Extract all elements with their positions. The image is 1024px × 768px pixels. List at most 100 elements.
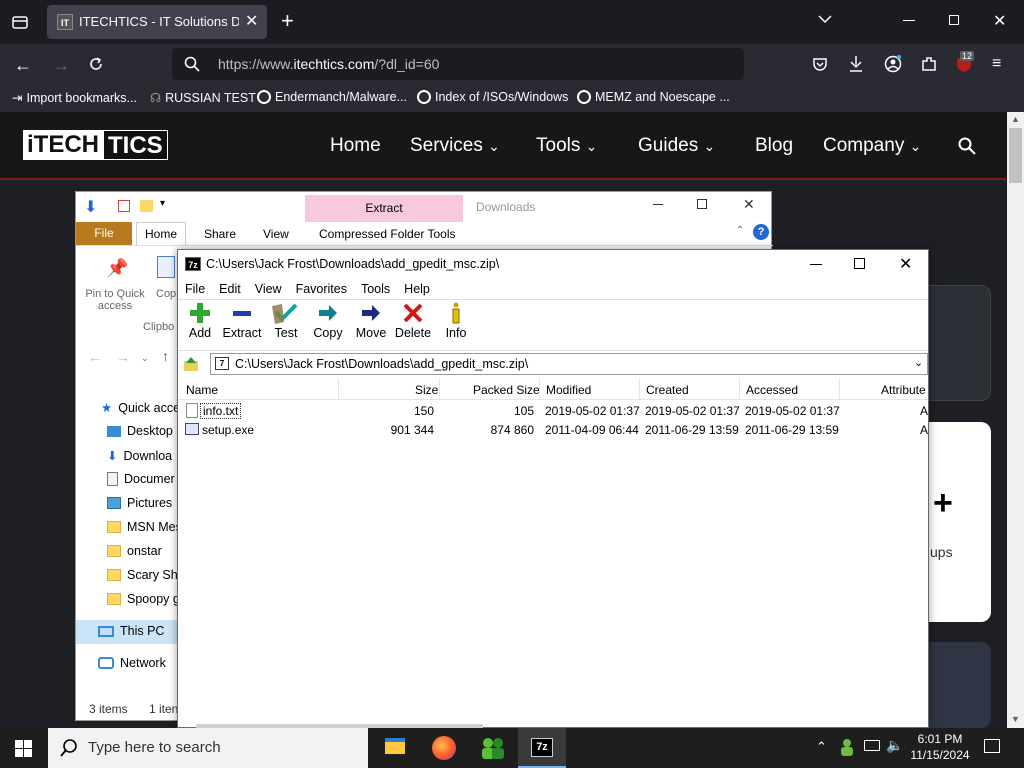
account-icon[interactable] bbox=[884, 55, 902, 73]
column-created[interactable]: Created bbox=[646, 383, 689, 397]
show-hidden-icons-icon[interactable]: ⌃ bbox=[816, 739, 827, 755]
bookmark-memz[interactable]: MEMZ and Noescape ... bbox=[577, 90, 730, 104]
menu-file[interactable]: File bbox=[185, 282, 205, 296]
menu-view[interactable]: View bbox=[255, 282, 282, 296]
restore-icon[interactable] bbox=[949, 15, 959, 25]
nav-blog[interactable]: Blog bbox=[755, 135, 793, 157]
column-separator[interactable] bbox=[439, 378, 440, 400]
sidebar-item-desktop[interactable]: Desktop bbox=[107, 424, 173, 438]
user-tray-icon[interactable] bbox=[838, 738, 856, 756]
move-button[interactable]: Move bbox=[349, 302, 393, 340]
url-bar[interactable]: https://www.itechtics.com/?dl_id=60 bbox=[172, 48, 744, 80]
people-taskbar-icon[interactable] bbox=[480, 736, 506, 760]
site-logo[interactable]: iTECH TICS bbox=[23, 130, 168, 160]
up-folder-icon[interactable]: ↑ bbox=[162, 348, 169, 364]
column-name[interactable]: Name bbox=[186, 383, 218, 397]
sidebar-item-downloads[interactable]: ⬇ Downloa bbox=[107, 448, 172, 464]
sidebar-item-this-pc[interactable]: This PC bbox=[98, 624, 164, 638]
browser-tab[interactable]: IT ITECHTICS - IT Solutions Design ✕ bbox=[47, 5, 267, 39]
up-level-icon[interactable] bbox=[183, 356, 199, 372]
nav-tools[interactable]: Tools ⌄ bbox=[536, 135, 597, 157]
column-size[interactable]: Size bbox=[415, 383, 438, 397]
nav-forward-icon[interactable]: → bbox=[116, 349, 130, 365]
explorer-close-icon[interactable]: ✕ bbox=[743, 196, 755, 213]
copy-button[interactable]: Copy bbox=[306, 302, 350, 340]
scrollbar-thumb[interactable] bbox=[1009, 128, 1022, 183]
qat-dropdown-icon[interactable]: ▾ bbox=[160, 198, 165, 209]
menu-tools[interactable]: Tools bbox=[361, 282, 390, 296]
table-row[interactable]: info.txt 150 105 2019-05-02 01:37 2019-0… bbox=[178, 402, 928, 420]
site-search-icon[interactable] bbox=[958, 137, 976, 155]
bookmark-import[interactable]: ⇥ Import bookmarks... bbox=[12, 90, 137, 106]
sidebar-item-quick-access[interactable]: ★ Quick acce bbox=[101, 400, 180, 416]
nav-home[interactable]: Home bbox=[330, 135, 381, 157]
copy-button-label[interactable]: Cop bbox=[156, 288, 176, 300]
sidebar-item-network[interactable]: Network bbox=[98, 656, 166, 670]
sidebar-item-spoopy[interactable]: Spoopy g bbox=[107, 592, 180, 606]
ribbon-tab-compressed-folder-tools[interactable]: Compressed Folder Tools bbox=[319, 227, 456, 241]
explorer-maximize-icon[interactable] bbox=[697, 199, 707, 209]
pocket-icon[interactable] bbox=[812, 56, 828, 72]
extensions-icon[interactable] bbox=[920, 55, 938, 73]
menu-help[interactable]: Help bbox=[404, 282, 430, 296]
explorer-minimize-icon[interactable] bbox=[653, 204, 663, 205]
pin-to-quick-access-button[interactable]: Pin to Quick access bbox=[84, 288, 146, 312]
ribbon-collapse-icon[interactable]: ⌃ bbox=[736, 225, 744, 236]
scroll-down-icon[interactable]: ▼ bbox=[1011, 714, 1020, 724]
forward-icon[interactable]: → bbox=[52, 55, 70, 76]
7zip-maximize-icon[interactable] bbox=[854, 258, 865, 269]
url-text[interactable]: https://www.itechtics.com/?dl_id=60 bbox=[218, 56, 439, 72]
sidebar-item-onstar[interactable]: onstar bbox=[107, 544, 162, 558]
info-button[interactable]: Info bbox=[434, 302, 478, 340]
start-windows-icon[interactable] bbox=[15, 740, 32, 757]
sidebar-item-scary[interactable]: Scary Shi bbox=[107, 568, 181, 582]
nav-guides[interactable]: Guides ⌄ bbox=[638, 135, 715, 157]
downloads-icon[interactable] bbox=[848, 55, 864, 73]
minimize-icon[interactable] bbox=[903, 20, 915, 21]
clock[interactable]: 6:01 PM 11/15/2024 bbox=[906, 731, 974, 763]
column-attributes[interactable]: Attribute bbox=[881, 383, 928, 397]
file-explorer-taskbar-icon[interactable] bbox=[385, 738, 405, 754]
tab-list-icon[interactable] bbox=[12, 14, 28, 30]
help-icon[interactable]: ? bbox=[753, 224, 769, 240]
reload-icon[interactable] bbox=[88, 56, 104, 72]
properties-icon[interactable] bbox=[118, 200, 130, 212]
nav-services[interactable]: Services ⌄ bbox=[410, 135, 500, 157]
path-field[interactable]: 7 C:\Users\Jack Frost\Downloads\add_gped… bbox=[210, 353, 928, 375]
sidebar-item-documents[interactable]: Documer bbox=[107, 472, 175, 486]
page-scrollbar[interactable]: ▲ ▼ bbox=[1007, 112, 1024, 728]
sidebar-item-msn[interactable]: MSN Mes bbox=[107, 520, 182, 534]
test-button[interactable]: Test bbox=[264, 302, 308, 340]
new-folder-icon[interactable] bbox=[140, 200, 153, 212]
taskbar-search-box[interactable]: Type here to search bbox=[48, 728, 368, 768]
ribbon-tab-view[interactable]: View bbox=[263, 227, 289, 241]
column-separator[interactable] bbox=[739, 378, 740, 400]
delete-button[interactable]: Delete bbox=[391, 302, 435, 340]
column-separator[interactable] bbox=[539, 378, 540, 400]
new-tab-icon[interactable]: + bbox=[281, 8, 294, 34]
column-modified[interactable]: Modified bbox=[546, 383, 591, 397]
ribbon-tab-home[interactable]: Home bbox=[136, 222, 186, 246]
column-packed-size[interactable]: Packed Size bbox=[473, 383, 540, 397]
bookmark-isos[interactable]: Index of /ISOs/Windows bbox=[417, 90, 568, 104]
recent-locations-icon[interactable]: ⌄ bbox=[141, 353, 149, 364]
notification-icon[interactable] bbox=[984, 739, 1000, 753]
bookmark-russian-test[interactable]: ☊ RUSSIAN TEST bbox=[150, 90, 256, 106]
scroll-up-icon[interactable]: ▲ bbox=[1011, 114, 1020, 124]
tab-close-icon[interactable]: ✕ bbox=[245, 11, 258, 31]
7zip-close-icon[interactable]: ✕ bbox=[899, 254, 912, 274]
column-accessed[interactable]: Accessed bbox=[746, 383, 798, 397]
network-tray-icon[interactable] bbox=[864, 740, 880, 751]
ribbon-tab-share[interactable]: Share bbox=[204, 227, 236, 241]
column-separator[interactable] bbox=[839, 378, 840, 400]
firefox-taskbar-icon[interactable] bbox=[432, 736, 456, 760]
volume-icon[interactable]: 🔈 bbox=[886, 737, 903, 754]
table-row[interactable]: setup.exe 901 344 874 860 2011-04-09 06:… bbox=[178, 421, 928, 439]
extract-button[interactable]: Extract bbox=[220, 302, 264, 340]
quick-access-down-icon[interactable]: ⬇ bbox=[84, 197, 97, 217]
column-separator[interactable] bbox=[639, 378, 640, 400]
7zip-taskbar-button[interactable]: 7z bbox=[518, 728, 566, 768]
nav-company[interactable]: Company ⌄ bbox=[823, 135, 921, 157]
menu-icon[interactable]: ≡ bbox=[992, 55, 1001, 73]
menu-favorites[interactable]: Favorites bbox=[296, 282, 347, 296]
